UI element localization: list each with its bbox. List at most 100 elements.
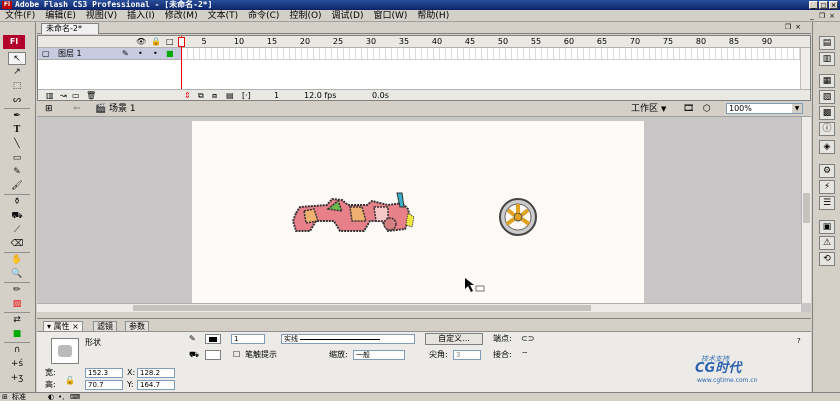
stroke-hinting-checkbox[interactable]: ☐ — [233, 350, 240, 360]
subselection-tool-icon[interactable]: ↗ — [8, 66, 26, 79]
custom-stroke-button[interactable]: 自定义... — [425, 333, 483, 345]
edit-scene-icon[interactable]: 🎞 — [683, 103, 694, 115]
stroke-color-swatch[interactable] — [205, 334, 221, 344]
scale-select[interactable]: 一般 — [353, 350, 405, 360]
transform-panel-icon[interactable]: ◈ — [819, 140, 835, 154]
layer-row[interactable]: ▢ 图层 1 ✎ • • ■ — [38, 48, 182, 60]
menu-window[interactable]: 窗口(W) — [371, 10, 415, 22]
back-arrow-icon[interactable]: ⇐ — [73, 103, 81, 115]
snap-to-objects-icon[interactable]: ∩ — [8, 344, 26, 357]
menu-view[interactable]: 视图(V) — [83, 10, 124, 22]
zoom-tool-icon[interactable]: 🔍 — [8, 268, 26, 281]
doc-minimize-icon[interactable]: _ — [808, 12, 816, 20]
stage[interactable] — [192, 121, 644, 303]
maximize-icon[interactable]: □ — [819, 1, 828, 9]
frame-grid[interactable] — [182, 48, 800, 60]
edit-multiple-frames-icon[interactable]: ▤ — [226, 90, 234, 101]
doc-close-icon[interactable]: × — [828, 12, 836, 20]
x-input[interactable]: 128.2 — [137, 368, 175, 378]
menu-debug[interactable]: 调试(D) — [329, 10, 371, 22]
stroke-height-input[interactable]: 1 — [231, 334, 265, 344]
layer-name[interactable]: 图层 1 — [58, 48, 82, 60]
modify-onion-markers-icon[interactable]: [·] — [242, 90, 251, 101]
stroke-style-select[interactable]: 实线 — [281, 334, 415, 344]
fill-color-swatch[interactable] — [205, 350, 221, 360]
menu-control[interactable]: 控制(O) — [286, 10, 328, 22]
onion-outlines-icon[interactable]: ⧈ — [212, 90, 217, 101]
workspace-menu[interactable]: 工作区 — [631, 103, 658, 115]
outline-icon[interactable]: □ — [166, 37, 174, 47]
rectangle-tool-icon[interactable]: ▭ — [8, 152, 26, 165]
panel-help-icon[interactable]: ? — [797, 336, 801, 346]
playhead-handle[interactable] — [178, 37, 185, 47]
eraser-tool-icon[interactable]: ⌫ — [8, 238, 26, 251]
behaviors-panel-icon[interactable]: ⚡ — [819, 180, 835, 194]
timeline-scrollbar[interactable] — [800, 48, 810, 89]
hand-tool-icon[interactable]: ✋ — [8, 254, 26, 267]
steering-wheel-drawing[interactable] — [499, 198, 537, 236]
menu-modify[interactable]: 修改(M) — [162, 10, 205, 22]
lock-ratio-icon[interactable]: 🔓 — [65, 376, 75, 386]
zoom-select[interactable]: 100% ▼ — [726, 103, 803, 114]
insert-layer-icon[interactable]: ▥ — [46, 90, 54, 101]
menu-commands[interactable]: 命令(C) — [245, 10, 286, 22]
add-motion-guide-icon[interactable]: ↝ — [60, 90, 67, 101]
stage-horizontal-scrollbar[interactable] — [37, 303, 801, 312]
center-frame-icon[interactable]: ⇕ — [184, 90, 191, 101]
show-hide-icon[interactable]: 👁 — [136, 37, 146, 47]
straighten-icon[interactable]: +ʒ — [8, 372, 26, 385]
default-colors-icon[interactable]: ■ — [8, 328, 26, 341]
stage-vertical-scrollbar[interactable] — [801, 117, 811, 303]
paint-bucket-tool-icon[interactable]: ⛟ — [8, 210, 26, 223]
movie-explorer-icon[interactable]: ☰ — [819, 196, 835, 210]
swatches-panel-icon[interactable]: ▩ — [819, 106, 835, 120]
compiler-errors-icon[interactable]: ⚠ — [819, 236, 835, 250]
output-panel-icon[interactable]: ▣ — [819, 220, 835, 234]
document-tab[interactable]: 未命名-2* — [41, 23, 99, 34]
brush-tool-icon[interactable]: 🖌 — [8, 180, 26, 193]
fill-color-icon[interactable]: ▨ — [8, 298, 26, 311]
menu-edit[interactable]: 编辑(E) — [42, 10, 83, 22]
pen-tool-icon[interactable]: ✒ — [8, 110, 26, 123]
text-tool-icon[interactable]: T — [8, 124, 26, 137]
menu-file[interactable]: 文件(F) — [2, 10, 42, 22]
components-panel-icon[interactable]: ▥ — [819, 52, 835, 66]
history-panel-icon[interactable]: ⟲ — [819, 252, 835, 266]
edit-symbols-icon[interactable]: ⬡ — [703, 103, 711, 115]
height-input[interactable]: 70.7 — [85, 380, 123, 390]
lasso-tool-icon[interactable]: ᔕ — [8, 94, 26, 107]
tab-close-icon[interactable]: × — [795, 23, 805, 31]
delete-layer-icon[interactable]: 🗑 — [86, 90, 96, 101]
miter-input[interactable]: 3 — [453, 350, 481, 360]
align-panel-icon[interactable]: ▦ — [819, 74, 835, 88]
tab-restore-icon[interactable]: ❐ — [785, 23, 795, 31]
line-tool-icon[interactable]: ╲ — [8, 138, 26, 151]
insert-folder-icon[interactable]: ▭ — [72, 90, 80, 101]
outline-color-icon[interactable]: ■ — [166, 48, 174, 60]
doc-restore-icon[interactable]: ❐ — [818, 12, 826, 20]
lock-dot[interactable]: • — [153, 48, 158, 60]
menu-insert[interactable]: 插入(I) — [124, 10, 162, 22]
close-icon[interactable]: × — [829, 1, 838, 9]
fill-color-icon[interactable]: ⛟ — [189, 350, 199, 360]
eyedropper-tool-icon[interactable]: ⟋ — [8, 224, 26, 237]
ink-bottle-tool-icon[interactable]: ⚱ — [8, 196, 26, 209]
scroll-thumb[interactable] — [803, 193, 810, 223]
width-input[interactable]: 152.3 — [85, 368, 123, 378]
actions-panel-icon[interactable]: ⚙ — [819, 164, 835, 178]
stroke-color-icon[interactable]: ✏ — [8, 284, 26, 297]
zoom-dropdown-icon[interactable]: ▼ — [792, 104, 802, 113]
lock-icon[interactable]: 🔒 — [151, 37, 161, 47]
visibility-dot[interactable]: • — [138, 48, 143, 60]
cap-style-icon[interactable]: ⊂⊃ — [521, 334, 534, 344]
tab-parameters[interactable]: 参数 — [125, 321, 149, 331]
tab-properties[interactable]: ▾ 属性 × — [43, 321, 83, 331]
menu-help[interactable]: 帮助(H) — [414, 10, 456, 22]
pencil-tool-icon[interactable]: ✎ — [8, 166, 26, 179]
info-panel-icon[interactable]: ⓘ — [819, 122, 835, 136]
menu-text[interactable]: 文本(T) — [205, 10, 246, 22]
color-panel-icon[interactable]: ▧ — [819, 90, 835, 104]
scene-name[interactable]: 场景 1 — [109, 103, 136, 115]
selection-tool-icon[interactable]: ↖ — [8, 52, 26, 65]
free-transform-tool-icon[interactable]: ⬚ — [8, 80, 26, 93]
